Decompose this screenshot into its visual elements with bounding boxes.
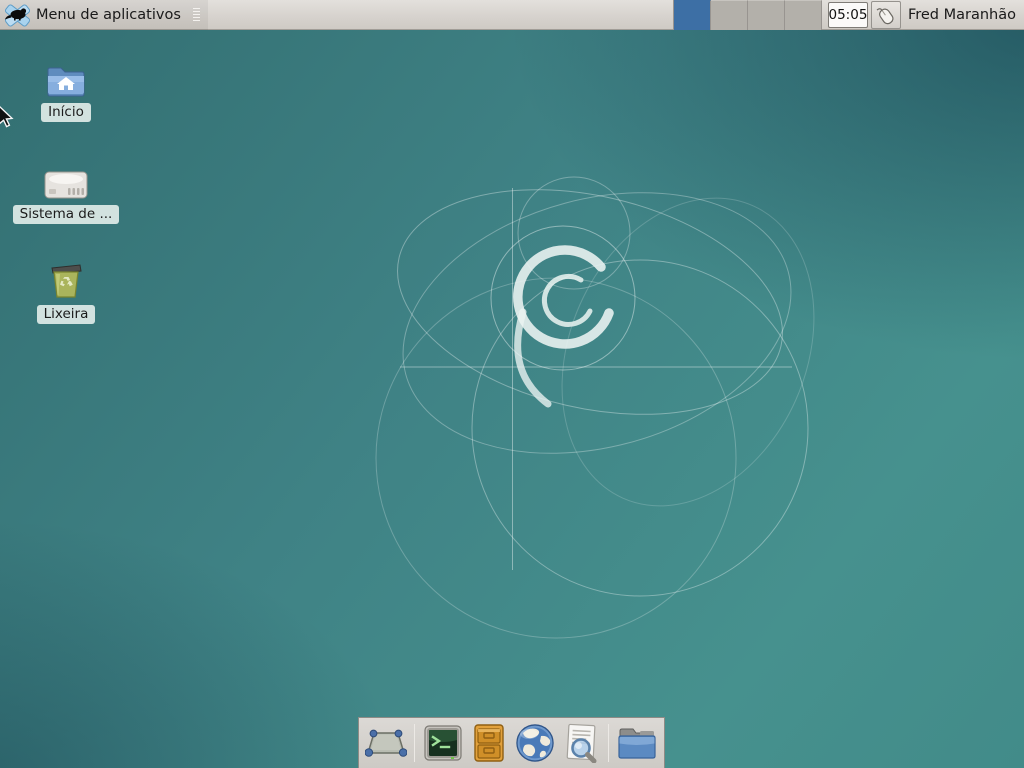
workspace-cell-2[interactable] <box>711 0 748 30</box>
trash-icon <box>46 260 86 300</box>
dock-search-button[interactable] <box>560 721 601 765</box>
mouse-cursor <box>0 105 17 131</box>
mouse-plugin-button[interactable] <box>871 1 901 29</box>
bottom-dock-panel <box>358 717 665 768</box>
applications-menu-button[interactable]: Menu de aplicativos <box>0 0 208 30</box>
file-cabinet-icon <box>472 723 506 763</box>
workspace-cell-3[interactable] <box>748 0 785 30</box>
dock-show-desktop-button[interactable] <box>365 721 407 765</box>
desktop-icon-filesystem[interactable]: Sistema de ... <box>18 160 114 224</box>
debian-swirl-wallpaper <box>0 30 1024 768</box>
mouse-icon <box>875 5 897 25</box>
desktop-icon-label: Sistema de ... <box>13 205 120 224</box>
applications-menu-label: Menu de aplicativos <box>36 7 181 23</box>
folder-icon <box>616 725 658 761</box>
dock-web-browser-button[interactable] <box>514 721 555 765</box>
desktop-icon-label: Início <box>41 103 91 122</box>
desktop-area[interactable]: Início Sistema de ... <box>0 30 1024 768</box>
workspace-cell-4[interactable] <box>785 0 822 30</box>
xfce-mouse-logo-icon <box>4 3 31 27</box>
dock-separator <box>414 724 415 762</box>
workspace-switcher[interactable] <box>673 0 822 30</box>
harddisk-icon <box>43 160 89 200</box>
dock-terminal-button[interactable] <box>422 721 463 765</box>
globe-icon <box>515 723 555 763</box>
logged-in-user[interactable]: Fred Maranhão <box>908 7 1016 23</box>
clock-time: 05:05 <box>829 7 868 23</box>
top-panel: Menu de aplicativos 05:05 Fred Maranhão <box>0 0 1024 30</box>
desktop-icon-home[interactable]: Início <box>18 58 114 122</box>
debian-xfce-desktop: Menu de aplicativos 05:05 Fred Maranhão <box>0 0 1024 768</box>
desktop-icon-label: Lixeira <box>37 305 96 324</box>
desktop-icon-trash[interactable]: Lixeira <box>18 260 114 324</box>
dock-separator <box>608 724 609 762</box>
home-folder-icon <box>46 58 86 98</box>
workspace-cell-1[interactable] <box>674 0 711 30</box>
search-document-icon <box>561 723 601 763</box>
dock-file-manager-button[interactable] <box>616 721 658 765</box>
dock-file-cabinet-button[interactable] <box>468 721 509 765</box>
panel-grip-handle[interactable] <box>191 6 202 23</box>
show-desktop-icon <box>365 726 407 760</box>
terminal-icon <box>423 724 463 762</box>
clock[interactable]: 05:05 <box>828 2 868 28</box>
